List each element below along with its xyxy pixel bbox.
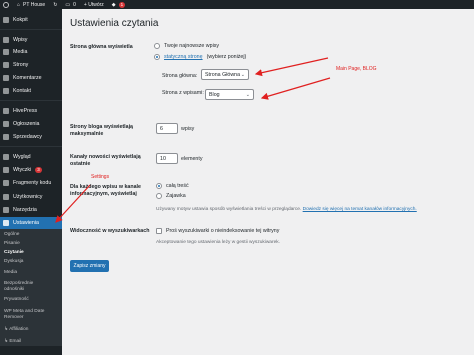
refresh-icon: ↻ — [53, 1, 58, 8]
radio-circle[interactable] — [154, 43, 160, 49]
admin-bar: ⌂ PT House ↻ ▭ 0 + Utwórz ◆ 1 — [0, 0, 474, 9]
discourage-search-checkbox[interactable]: Proś wyszukiwarki o nieindeksowanie tej … — [156, 228, 279, 234]
posts-page-label: Strona z wpisami: — [162, 90, 204, 96]
settings-icon — [3, 220, 9, 226]
sidebar-item-pages[interactable]: Strony — [0, 60, 62, 70]
plugin-updates-link[interactable]: ◆ 1 — [111, 1, 126, 8]
mail-icon — [3, 88, 9, 94]
updates-link[interactable]: ↻ — [53, 2, 57, 8]
front-page-label: Strona główna: — [162, 73, 198, 79]
radio-excerpt[interactable]: Zajawka — [156, 193, 186, 199]
home-icon: ⌂ — [17, 1, 21, 8]
comments-link[interactable]: ▭ 0 — [65, 2, 76, 8]
settings-submenu: Ogólne Pisanie Czytanie Dyskusja Media B… — [0, 229, 62, 346]
radio-full-text[interactable]: całą treść — [156, 183, 189, 189]
sidebar-item-posts[interactable]: Wpisy — [0, 35, 62, 45]
submenu-item-email[interactable]: ↳ Email — [4, 339, 21, 345]
dashboard-icon — [3, 17, 9, 23]
page-title: Ustawienia czytania — [70, 18, 159, 29]
radio-circle-selected[interactable] — [156, 183, 162, 189]
chevron-down-icon: ⌄ — [240, 71, 245, 78]
submenu-item-general[interactable]: Ogólne — [4, 232, 19, 238]
admin-sidebar: Kokpit Wpisy Media Strony Komentarze Kon… — [0, 9, 62, 355]
brush-icon — [3, 154, 9, 160]
sidebar-item-dashboard[interactable]: Kokpit — [0, 15, 62, 25]
pin-icon — [3, 37, 9, 43]
plugin-icon: ◆ — [111, 1, 116, 8]
hivepress-icon — [3, 108, 9, 114]
site-name-link[interactable]: ⌂ PT House — [17, 2, 45, 8]
updates-badge: 1 — [118, 1, 126, 8]
homepage-displays-label: Strona główna wyświetla — [70, 44, 133, 50]
submenu-item-permalinks-line2[interactable]: odnośniki — [4, 287, 24, 293]
sidebar-item-comments[interactable]: Komentarze — [0, 73, 62, 83]
comment-icon: ▭ — [65, 1, 71, 8]
sidebar-item-code-snippets[interactable]: Fragmenty kodu — [0, 178, 62, 188]
blog-pages-label: Strony bloga wyświetlają maksymalnie — [70, 124, 133, 137]
feed-items-label: Kanały nowości wyświetlają ostatnie — [70, 154, 141, 167]
submenu-item-reading[interactable]: Czytanie — [4, 250, 24, 256]
sidebar-item-plugins[interactable]: Wtyczki 3 — [0, 165, 62, 175]
save-changes-button[interactable]: Zapisz zmiany — [70, 260, 109, 272]
search-visibility-label: Widoczność w wyszukiwarkach — [70, 228, 150, 234]
annotation-settings: Settings — [91, 174, 110, 180]
radio-latest-posts[interactable]: Twoje najnowsze wpisy — [154, 43, 219, 49]
chevron-down-icon: ⌄ — [245, 91, 250, 98]
plugin-icon — [3, 167, 9, 173]
submenu-item-media[interactable]: Media — [4, 270, 17, 276]
listing-icon — [3, 121, 9, 127]
posts-per-page-input[interactable]: 6 — [156, 123, 178, 134]
submenu-item-writing[interactable]: Pisanie — [4, 241, 20, 247]
posts-per-page-unit: wpisy — [181, 126, 195, 132]
menu-separator — [0, 29, 62, 30]
sidebar-item-media[interactable]: Media — [0, 47, 62, 57]
checkbox-box[interactable] — [156, 228, 162, 234]
front-page-select[interactable]: Strona Główna ⌄ — [201, 69, 249, 80]
feed-content-label: Dla każdego wpisu w kanale informacyjnym… — [70, 184, 141, 197]
feed-items-unit: elementy — [181, 156, 203, 162]
sidebar-item-users[interactable]: Użytkownicy — [0, 192, 62, 202]
radio-circle[interactable] — [156, 193, 162, 199]
store-icon — [3, 134, 9, 140]
submenu-item-privacy[interactable]: Prywatność — [4, 297, 29, 303]
sidebar-item-settings[interactable]: Ustawienia — [0, 217, 62, 229]
menu-separator — [0, 100, 62, 101]
wrench-icon — [3, 207, 9, 213]
posts-page-select[interactable]: Blog ⌄ — [205, 89, 254, 100]
scissors-icon — [3, 180, 9, 186]
sidebar-item-vendors[interactable]: Sprzedawcy — [0, 132, 62, 142]
wordpress-logo-icon[interactable] — [3, 1, 9, 8]
comment-icon — [3, 75, 9, 81]
sidebar-item-contact[interactable]: Kontakt — [0, 86, 62, 96]
radio-circle-selected[interactable] — [154, 54, 160, 60]
sidebar-item-listings[interactable]: Ogłoszenia — [0, 119, 62, 129]
feed-items-input[interactable]: 10 — [156, 153, 178, 164]
new-content-link[interactable]: + Utwórz — [84, 2, 104, 8]
media-icon — [3, 49, 9, 55]
plugins-badge: 3 — [35, 167, 42, 173]
sidebar-item-appearance[interactable]: Wygląd — [0, 152, 62, 162]
submenu-item-wp-meta-line2[interactable]: Remover — [4, 315, 23, 321]
page-icon — [3, 62, 9, 68]
menu-separator — [0, 146, 62, 147]
search-visibility-description: Akceptowanie tego ustawienia leży w gest… — [156, 240, 280, 245]
annotation-main-page-blog: Main Page, BLOG — [336, 66, 377, 72]
radio-static-page[interactable]: statyczną stronę (wybierz poniżej) — [154, 54, 246, 60]
submenu-item-discussion[interactable]: Dyskusja — [4, 259, 23, 265]
main-content: Ustawienia czytania Strona główna wyświe… — [62, 9, 474, 355]
feeds-learn-more-link[interactable]: Dowiedz się więcej na temat kanałów info… — [303, 207, 417, 212]
static-page-link[interactable]: statyczną stronę — [164, 54, 203, 60]
submenu-item-affiliation[interactable]: ↳ Affiliation — [4, 327, 28, 333]
sidebar-item-tools[interactable]: Narzędzia — [0, 205, 62, 215]
users-icon — [3, 194, 9, 200]
feed-description: Używany motyw ustawia sposób wyświetlani… — [156, 207, 417, 212]
sidebar-item-hivepress[interactable]: HivePress — [0, 106, 62, 116]
